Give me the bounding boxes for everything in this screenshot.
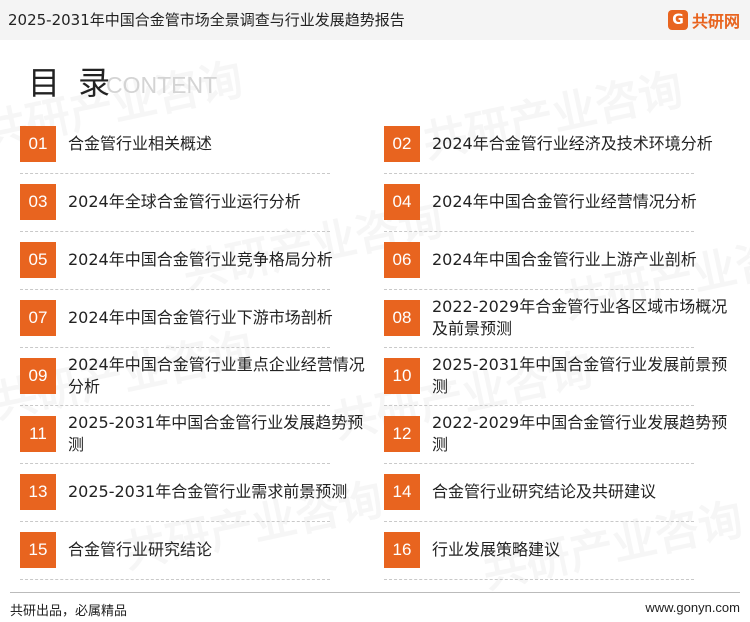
divider [384,405,694,406]
toc-number: 01 [20,126,56,162]
footer-divider [10,592,740,593]
divider [384,521,694,522]
divider [20,405,330,406]
divider [384,173,694,174]
toc-number: 14 [384,474,420,510]
toc-number: 05 [20,242,56,278]
divider [20,521,330,522]
divider [20,463,330,464]
toc-number: 16 [384,532,420,568]
divider [20,289,330,290]
toc-number: 13 [20,474,56,510]
toc-label: 2024年中国合金管行业经营情况分析 [432,192,697,211]
toc-number: 03 [20,184,56,220]
toc-label: 合金管行业相关概述 [68,134,213,153]
divider [384,289,694,290]
divider [20,347,330,348]
toc-number: 08 [384,300,420,336]
toc-label: 2025-2031年中国合金管行业发展趋势预测 [68,413,364,454]
toc-label: 2022-2029年中国合金管行业发展趋势预测 [432,413,728,454]
toc-label: 行业发展策略建议 [432,540,561,559]
divider [384,579,694,580]
toc-number: 10 [384,358,420,394]
toc-number: 02 [384,126,420,162]
footer-slogan: 共研出品，必属精品 [10,604,128,619]
toc-label: 2025-2031年合金管行业需求前景预测 [68,482,348,501]
toc-number: 11 [20,416,56,452]
toc-number: 07 [20,300,56,336]
divider [20,173,330,174]
divider [384,231,694,232]
toc-label: 2024年中国合金管行业竞争格局分析 [68,250,333,269]
divider [384,347,694,348]
toc-label: 2024年中国合金管行业下游市场剖析 [68,308,333,327]
toc-label: 2024年中国合金管行业上游产业剖析 [432,250,697,269]
toc-label: 合金管行业研究结论及共研建议 [432,482,657,501]
divider [20,579,330,580]
toc-number: 12 [384,416,420,452]
divider [20,231,330,232]
toc-label: 2024年合金管行业经济及技术环境分析 [432,134,713,153]
toc-number: 06 [384,242,420,278]
toc-number: 04 [384,184,420,220]
table-of-contents: 01 合金管行业相关概述 02 2024年合金管行业经济及技术环境分析 03 2… [0,0,750,622]
toc-label: 2024年全球合金管行业运行分析 [68,192,301,211]
toc-number: 09 [20,358,56,394]
divider [384,463,694,464]
toc-label: 2025-2031年中国合金管行业发展前景预测 [432,355,728,396]
toc-label: 2022-2029年合金管行业各区域市场概况及前景预测 [432,297,728,338]
toc-number: 15 [20,532,56,568]
toc-label: 2024年中国合金管行业重点企业经营情况分析 [68,355,365,396]
toc-label: 合金管行业研究结论 [68,540,213,559]
footer-url[interactable]: www.gonyn.com [645,600,740,615]
